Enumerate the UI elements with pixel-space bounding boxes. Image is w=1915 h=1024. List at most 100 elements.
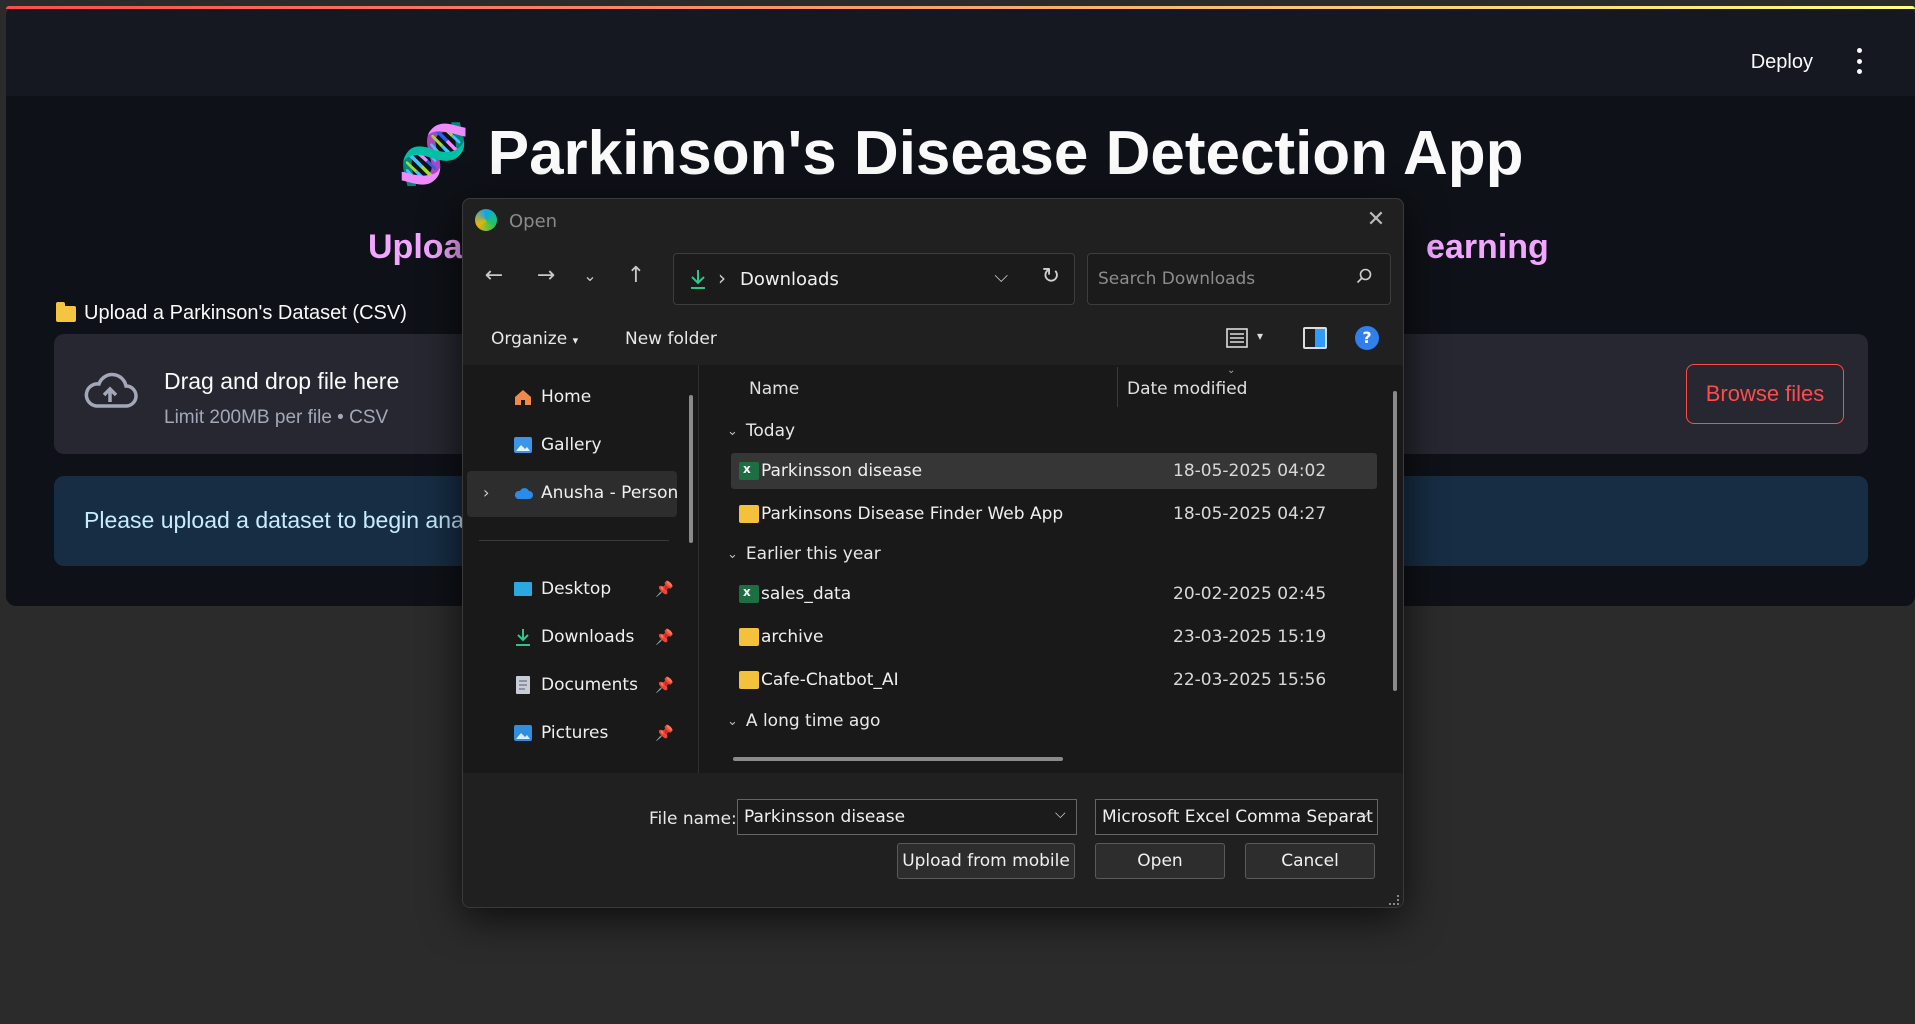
pin-icon: 📌 [655,580,674,598]
new-folder-button[interactable]: New folder [625,329,717,349]
file-list-vertical-scrollbar[interactable] [1393,391,1397,691]
back-arrow-icon[interactable]: ← [479,261,509,291]
resize-grip-icon[interactable] [1389,895,1399,905]
search-box[interactable] [1087,253,1391,305]
nav-divider [479,540,669,541]
cloud-upload-icon [84,372,138,408]
cancel-button[interactable]: Cancel [1245,843,1375,879]
column-header-date-modified[interactable]: Date modified [1127,379,1247,399]
file-list: Name Date modified ⌄ ⌄ Today Parkinsson d… [707,365,1403,773]
search-icon[interactable] [1356,268,1372,284]
file-name: Cafe-Chatbot_AI [761,670,899,690]
file-row[interactable]: Cafe-Chatbot_AI 22-03-2025 15:56 [731,662,1377,698]
subtitle-right: earning [1426,228,1549,266]
expand-chevron-icon[interactable]: › [483,483,489,502]
nav-item-label: Anusha - Person [541,483,679,503]
file-name-dropdown-chevron-icon[interactable]: ⌵ [1055,806,1066,822]
file-row[interactable]: archive 23-03-2025 15:19 [731,619,1377,655]
folder-icon [739,671,759,689]
collapse-chevron-icon: ⌄ [727,713,738,729]
view-options-caret-icon[interactable]: ▾ [1257,329,1263,343]
forward-arrow-icon[interactable]: → [531,261,561,291]
nav-item-label: Pictures [541,723,609,743]
file-row[interactable]: Parkinsons Disease Finder Web App 18-05-… [731,496,1377,532]
file-name: Parkinsons Disease Finder Web App [761,504,1064,524]
details-view-icon[interactable] [1225,327,1249,349]
refresh-icon[interactable]: ↻ [1042,264,1060,289]
info-alert-text: Please upload a dataset to begin analy [84,507,481,533]
help-icon[interactable]: ? [1355,326,1379,350]
file-date: 23-03-2025 15:19 [1173,627,1327,647]
browser-icon [475,209,497,231]
dna-icon: 🧬 [397,122,470,187]
onedrive-icon [514,488,533,499]
main-menu-icon[interactable] [1855,48,1863,74]
column-divider [1117,367,1118,407]
uploader-label-text: Upload a Parkinson's Dataset (CSV) [84,302,407,324]
uploader-label: Upload a Parkinson's Dataset (CSV) [56,301,407,325]
file-name: Parkinsson disease [761,461,923,481]
nav-item-label: Desktop [541,579,612,599]
page-title-text: Parkinson's Disease Detection App [487,119,1524,188]
nav-item-label: Home [541,387,592,407]
command-bar: Organize ▾ New folder ▾ ? [463,317,1403,359]
group-header-earlier-this-year[interactable]: ⌄ Earlier this year [727,544,881,564]
gallery-icon [514,437,532,453]
app-header: Deploy [6,6,1915,96]
file-name-field[interactable]: Parkinsson disease [737,799,1077,835]
group-header-today[interactable]: ⌄ Today [727,421,795,441]
nav-item-downloads[interactable]: Downloads 📌 [513,627,674,647]
organize-menu[interactable]: Organize ▾ [491,329,578,349]
nav-item-label: Gallery [541,435,602,455]
file-type-select[interactable]: Microsoft Excel Comma Separat [1095,799,1378,835]
download-icon [691,270,705,289]
folder-icon [739,505,759,523]
address-path[interactable]: Downloads [740,269,839,290]
file-row[interactable]: Parkinsson disease 18-05-2025 04:02 [731,453,1377,489]
address-bar[interactable]: › Downloads ⌵ ↻ [673,253,1075,305]
file-date: 22-03-2025 15:56 [1173,670,1327,690]
excel-file-icon [739,585,759,603]
file-type-chevron-icon[interactable]: ⌵ [1359,806,1370,822]
upload-from-mobile-button[interactable]: Upload from mobile [897,843,1075,879]
file-date: 20-02-2025 02:45 [1173,584,1327,604]
nav-item-home[interactable]: Home [513,387,591,407]
preview-pane-icon[interactable] [1303,327,1327,349]
nav-item-pictures[interactable]: Pictures 📌 [513,723,674,743]
up-arrow-icon[interactable]: ↑ [621,261,651,291]
open-button[interactable]: Open [1095,843,1225,879]
subtitle-left: Uploa [368,228,463,266]
pin-icon: 📌 [655,676,674,694]
header-decoration [6,6,1915,9]
breadcrumb-separator-icon: › [718,266,726,290]
page-title: 🧬 Parkinson's Disease Detection App [6,118,1915,189]
browse-files-button[interactable]: Browse files [1686,364,1844,424]
pictures-icon [514,725,532,741]
navigation-pane[interactable]: › Home Gallery Anusha - Person Desktop 📌 [463,365,699,773]
nav-item-documents[interactable]: Documents 📌 [513,675,674,695]
dialog-title: Open [509,211,558,232]
address-dropdown-chevron-icon[interactable]: ⌵ [994,266,1008,287]
dialog-titlebar: Open ✕ [463,199,1403,243]
file-date: 18-05-2025 04:27 [1173,504,1327,524]
nav-item-gallery[interactable]: Gallery [513,435,602,455]
nav-item-label: Downloads [541,627,635,647]
file-list-horizontal-scrollbar[interactable] [733,757,1063,761]
nav-item-label: Documents [541,675,638,695]
group-label: Earlier this year [745,544,881,564]
search-input[interactable] [1098,266,1338,292]
nav-item-desktop[interactable]: Desktop 📌 [513,579,674,599]
close-icon[interactable]: ✕ [1363,207,1389,233]
nav-scrollbar[interactable] [689,395,693,543]
column-header-name[interactable]: Name [749,379,799,399]
deploy-button[interactable]: Deploy [1751,51,1813,74]
file-date: 18-05-2025 04:02 [1173,461,1327,481]
file-row[interactable]: sales_data 20-02-2025 02:45 [731,576,1377,612]
pin-icon: 📌 [655,724,674,742]
recent-locations-chevron-icon[interactable]: ⌄ [575,261,605,291]
dropzone-limit: Limit 200MB per file • CSV [164,407,389,428]
nav-item-onedrive[interactable]: Anusha - Person [513,483,678,503]
file-name: sales_data [761,584,852,604]
organize-label: Organize [491,329,568,349]
group-header-long-time-ago[interactable]: ⌄ A long time ago [727,711,880,731]
